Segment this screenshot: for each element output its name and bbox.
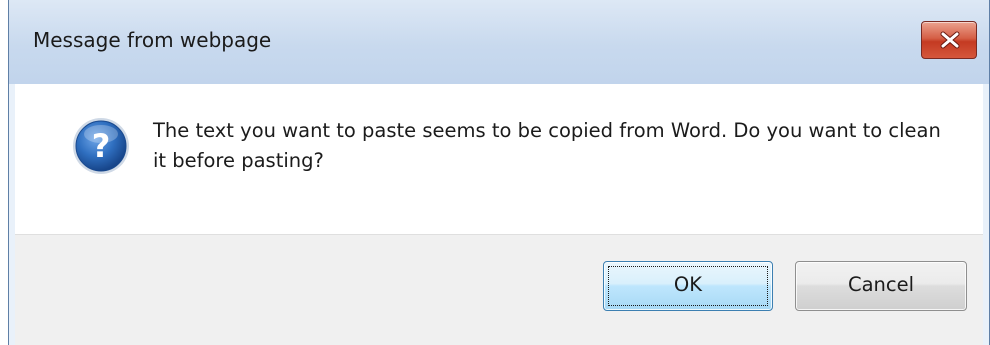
close-button[interactable] — [921, 21, 977, 59]
dialog-message: The text you want to paste seems to be c… — [153, 119, 941, 172]
svg-text:?: ? — [92, 127, 111, 165]
button-bar: OK Cancel — [15, 234, 983, 345]
question-icon: ? — [73, 118, 129, 174]
close-icon — [940, 31, 960, 49]
ok-button-label: OK — [673, 273, 703, 296]
title-bar[interactable]: Message from webpage — [9, 0, 989, 84]
dialog-title: Message from webpage — [33, 28, 272, 52]
cancel-button[interactable]: Cancel — [795, 261, 967, 311]
cancel-button-label: Cancel — [847, 273, 915, 296]
message-area: ? The text you want to paste seems to be… — [15, 84, 983, 234]
dialog-window: Message from webpage ? The text you want… — [8, 0, 990, 345]
ok-button[interactable]: OK — [603, 261, 773, 311]
